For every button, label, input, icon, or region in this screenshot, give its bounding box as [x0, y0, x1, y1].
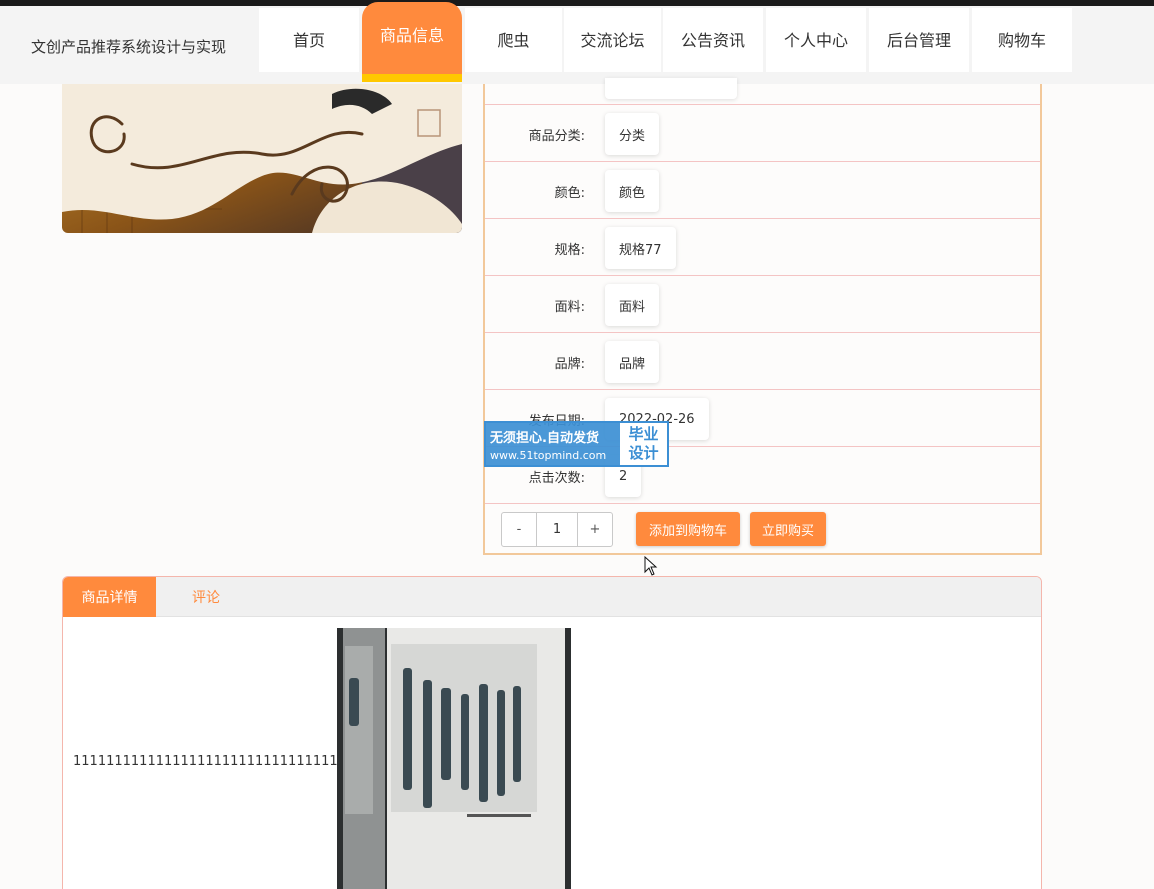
nav-profile[interactable]: 个人中心 — [766, 8, 866, 72]
nav-products-label: 商品信息 — [379, 26, 444, 45]
field-value: 分类 — [605, 113, 660, 155]
field-label: 点击次数: — [528, 471, 585, 486]
watermark-line2: www.51topmind.com — [490, 448, 607, 462]
mouse-cursor-icon — [644, 556, 658, 576]
field-label: 颜色: — [554, 186, 585, 201]
field-label: 商品分类: — [528, 129, 585, 144]
nav-forum[interactable]: 交流论坛 — [564, 8, 661, 72]
field-row-fabric: 面料: 面料 — [485, 276, 1040, 333]
field-value: 规格77 — [605, 227, 676, 269]
field-row-category: 商品分类: 分类 — [485, 105, 1040, 162]
field-row-spec: 规格: 规格77 — [485, 219, 1040, 276]
nav-crawler[interactable]: 爬虫 — [465, 8, 562, 72]
watermark-text: 无须担心.自动发货 www.51topmind.com — [486, 423, 620, 465]
nav-cart[interactable]: 购物车 — [972, 8, 1072, 72]
nav-forum-label: 交流论坛 — [580, 31, 645, 50]
field-row-brand: 品牌: 品牌 — [485, 333, 1040, 390]
nav-admin-label: 后台管理 — [886, 31, 951, 50]
field-label: 品牌: — [554, 357, 585, 372]
quantity-input[interactable]: 1 — [536, 513, 578, 546]
field-row-color: 颜色: 颜色 — [485, 162, 1040, 219]
quantity-increase-button[interactable]: + — [578, 513, 612, 546]
nav-news-label: 公告资讯 — [680, 31, 745, 50]
nav-crawler-label: 爬虫 — [497, 31, 530, 50]
quantity-stepper: - 1 + — [501, 512, 613, 547]
watermark-line1: 无须担心.自动发货 — [490, 430, 599, 446]
buy-now-button[interactable]: 立即购买 — [750, 512, 826, 546]
quantity-decrease-button[interactable]: - — [502, 513, 536, 546]
watermark-overlay: 无须担心.自动发货 www.51topmind.com 毕业 设计 — [484, 421, 669, 467]
tab-product-details[interactable]: 商品详情 — [63, 577, 156, 617]
nav-home-label: 首页 — [292, 31, 325, 50]
detail-photo — [337, 628, 571, 889]
field-label: 面料: — [554, 300, 585, 315]
field-label: 规格: — [554, 243, 585, 258]
field-value: 颜色 — [605, 170, 660, 212]
product-detail-table: 商品分类: 分类 颜色: 颜色 规格: 规格77 面料: 面料 品牌: 品牌 发… — [483, 78, 1042, 555]
watermark-badge: 毕业 设计 — [620, 423, 667, 465]
nav-admin[interactable]: 后台管理 — [869, 8, 969, 72]
nav-news[interactable]: 公告资讯 — [663, 8, 763, 72]
tab-bar: 商品详情 评论 — [63, 577, 1041, 617]
tab-comments[interactable]: 评论 — [173, 577, 239, 617]
nav-home[interactable]: 首页 — [259, 8, 359, 72]
nav-products[interactable]: 商品信息 — [362, 2, 462, 82]
nav-profile-label: 个人中心 — [783, 31, 848, 50]
field-value: 品牌 — [605, 341, 660, 383]
product-image — [62, 84, 462, 233]
value-box-partial — [605, 78, 737, 99]
table-row-partial — [485, 78, 1040, 105]
site-title: 文创产品推荐系统设计与实现 — [31, 38, 227, 56]
field-value: 面料 — [605, 284, 660, 326]
nav-cart-label: 购物车 — [997, 31, 1046, 50]
watermark-badge-bottom: 设计 — [628, 444, 659, 462]
watermark-badge-top: 毕业 — [628, 425, 659, 443]
detail-tabs-panel: 商品详情 评论 11111111111111111111111111111111… — [62, 576, 1042, 889]
add-to-cart-button[interactable]: 添加到购物车 — [636, 512, 740, 546]
